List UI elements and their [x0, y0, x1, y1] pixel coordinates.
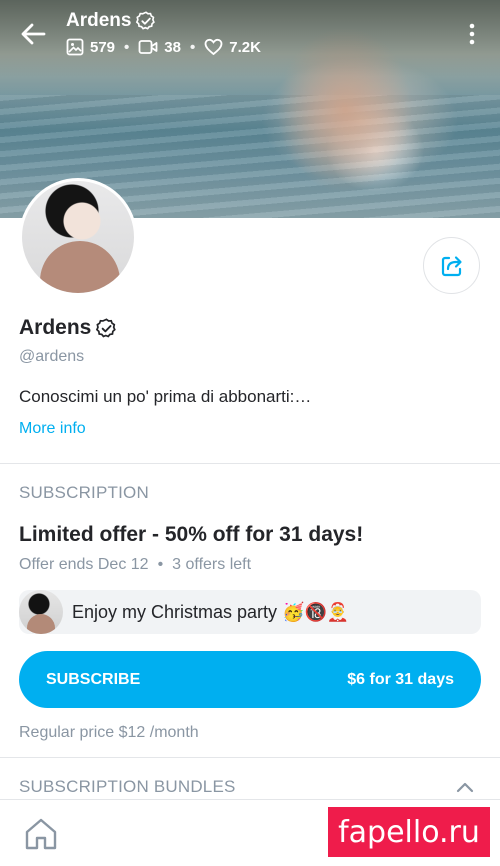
avatar-figure	[40, 241, 120, 293]
regular-price: Regular price $12 /month	[19, 724, 199, 741]
divider	[0, 463, 500, 464]
profile-bio: Conoscimi un po' prima di abbonarti:…	[19, 387, 312, 406]
back-button[interactable]	[18, 19, 48, 49]
subscribe-label: SUBSCRIBE	[46, 670, 141, 688]
profile-name-text: Ardens	[19, 316, 92, 339]
header-stats: 579 • 38 • 7.2K	[66, 38, 261, 56]
stat-photos: 579	[66, 38, 115, 56]
watermark: fapello.ru	[328, 807, 490, 857]
offer-ends: Offer ends Dec 12	[19, 556, 149, 573]
profile-name: Ardens	[19, 316, 118, 340]
chevron-up-icon	[456, 782, 474, 793]
offer-meta-separator: •	[157, 556, 164, 573]
promo-message: Enjoy my Christmas party 🥳🔞🤶	[19, 590, 481, 634]
home-icon	[25, 818, 57, 850]
stat-likes-count: 7.2K	[229, 38, 261, 56]
divider	[0, 757, 500, 758]
stat-videos: 38	[138, 38, 181, 56]
verified-badge-icon	[96, 317, 117, 337]
verified-badge-icon	[136, 11, 156, 30]
promo-avatar	[19, 590, 63, 634]
heart-icon	[204, 38, 223, 56]
header-name: Ardens	[66, 10, 132, 31]
stat-videos-count: 38	[164, 38, 181, 56]
stat-separator: •	[189, 38, 196, 56]
share-icon	[441, 255, 462, 276]
bundles-section-label: SUBSCRIPTION BUNDLES	[19, 777, 236, 796]
image-icon	[66, 38, 84, 56]
offer-title: Limited offer - 50% off for 31 days!	[19, 523, 364, 546]
subscribe-price: $6 for 31 days	[347, 670, 454, 688]
stat-photos-count: 579	[90, 38, 116, 56]
header-title: Ardens	[66, 10, 157, 32]
promo-message-text: Enjoy my Christmas party 🥳🔞🤶	[72, 601, 350, 622]
video-icon	[138, 40, 158, 54]
subscription-section-label: SUBSCRIPTION	[19, 483, 149, 502]
profile-handle: @ardens	[19, 348, 85, 365]
back-arrow-icon	[21, 23, 46, 45]
more-options-button[interactable]	[462, 20, 482, 48]
stat-likes: 7.2K	[204, 38, 261, 56]
nav-home-button[interactable]	[22, 815, 60, 853]
offers-left: 3 offers left	[172, 556, 252, 573]
offer-meta: Offer ends Dec 12 • 3 offers left	[19, 556, 251, 574]
bundles-collapse-toggle[interactable]	[454, 777, 476, 799]
more-info-link[interactable]: More info	[19, 420, 86, 438]
share-button[interactable]	[423, 237, 480, 294]
more-vertical-icon	[469, 23, 475, 45]
subscribe-button[interactable]: SUBSCRIBE $6 for 31 days	[19, 651, 481, 708]
stat-separator: •	[124, 38, 130, 56]
avatar[interactable]	[19, 178, 137, 296]
